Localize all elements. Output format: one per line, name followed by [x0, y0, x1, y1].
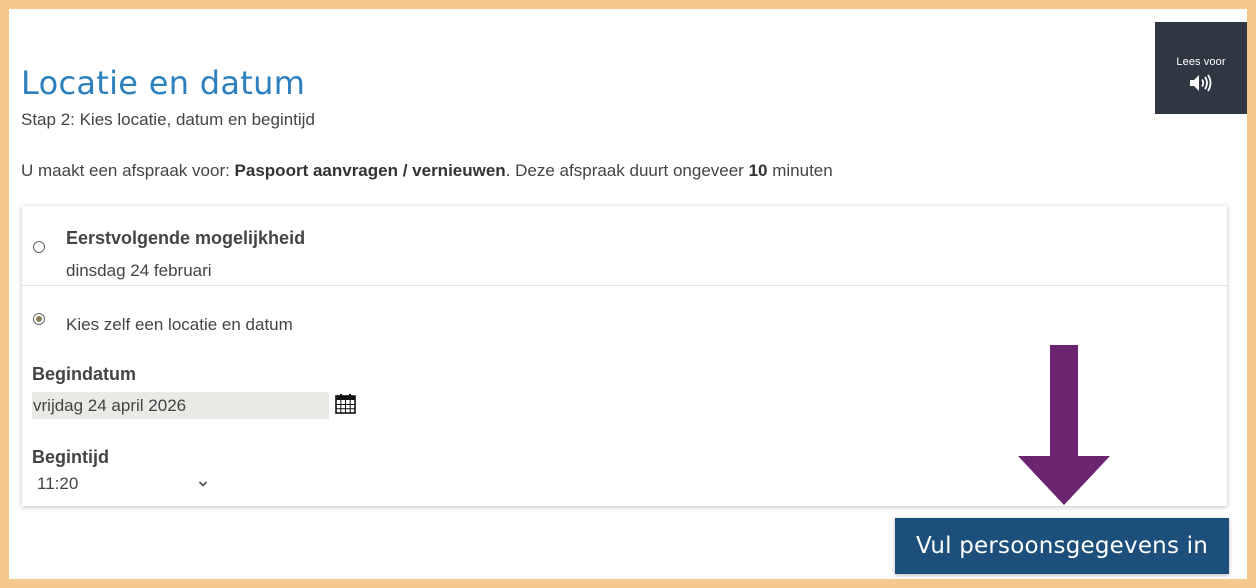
appointment-summary: U maakt een afspraak voor: Paspoort aanv… — [21, 161, 833, 181]
appointment-product: Paspoort aanvragen / vernieuwen — [234, 161, 506, 180]
summary-prefix: U maakt een afspraak voor: — [21, 161, 235, 180]
option-first-title: Eerstvolgende mogelijkheid — [66, 228, 306, 248]
summary-middle: . Deze afspraak duurt ongeveer — [505, 161, 749, 180]
calendar-icon[interactable] — [335, 394, 356, 414]
radio-choose-self[interactable] — [33, 313, 45, 325]
start-time-select[interactable]: 11:20 — [32, 471, 222, 497]
page-frame: Lees voor Locatie en datum Stap 2: Kies … — [9, 9, 1247, 579]
option-first-available[interactable]: Eerstvolgende mogelijkheid dinsdag 24 fe… — [22, 206, 1227, 286]
radio-first-available[interactable] — [33, 241, 45, 253]
appointment-duration: 10 — [748, 161, 768, 180]
speaker-icon — [1190, 74, 1212, 92]
step-label: Stap 2: Kies locatie, datum en begintijd — [21, 110, 315, 129]
read-aloud-button[interactable]: Lees voor — [1155, 22, 1247, 114]
read-aloud-label: Lees voor — [1176, 56, 1226, 68]
start-time-label: Begintijd — [32, 447, 109, 467]
start-date-input[interactable]: vrijdag 24 april 2026 — [32, 392, 329, 419]
start-date-label: Begindatum — [32, 364, 137, 384]
option-choose-self-label[interactable]: Kies zelf een locatie en datum — [66, 315, 293, 335]
chevron-down-icon — [198, 481, 208, 487]
summary-suffix: minuten — [767, 161, 833, 180]
page-title: Locatie en datum — [21, 64, 306, 102]
fill-personal-details-button[interactable]: Vul persoonsgegevens in — [895, 518, 1229, 574]
option-first-date: dinsdag 24 februari — [66, 261, 212, 280]
arrow-down-icon — [1018, 345, 1110, 505]
